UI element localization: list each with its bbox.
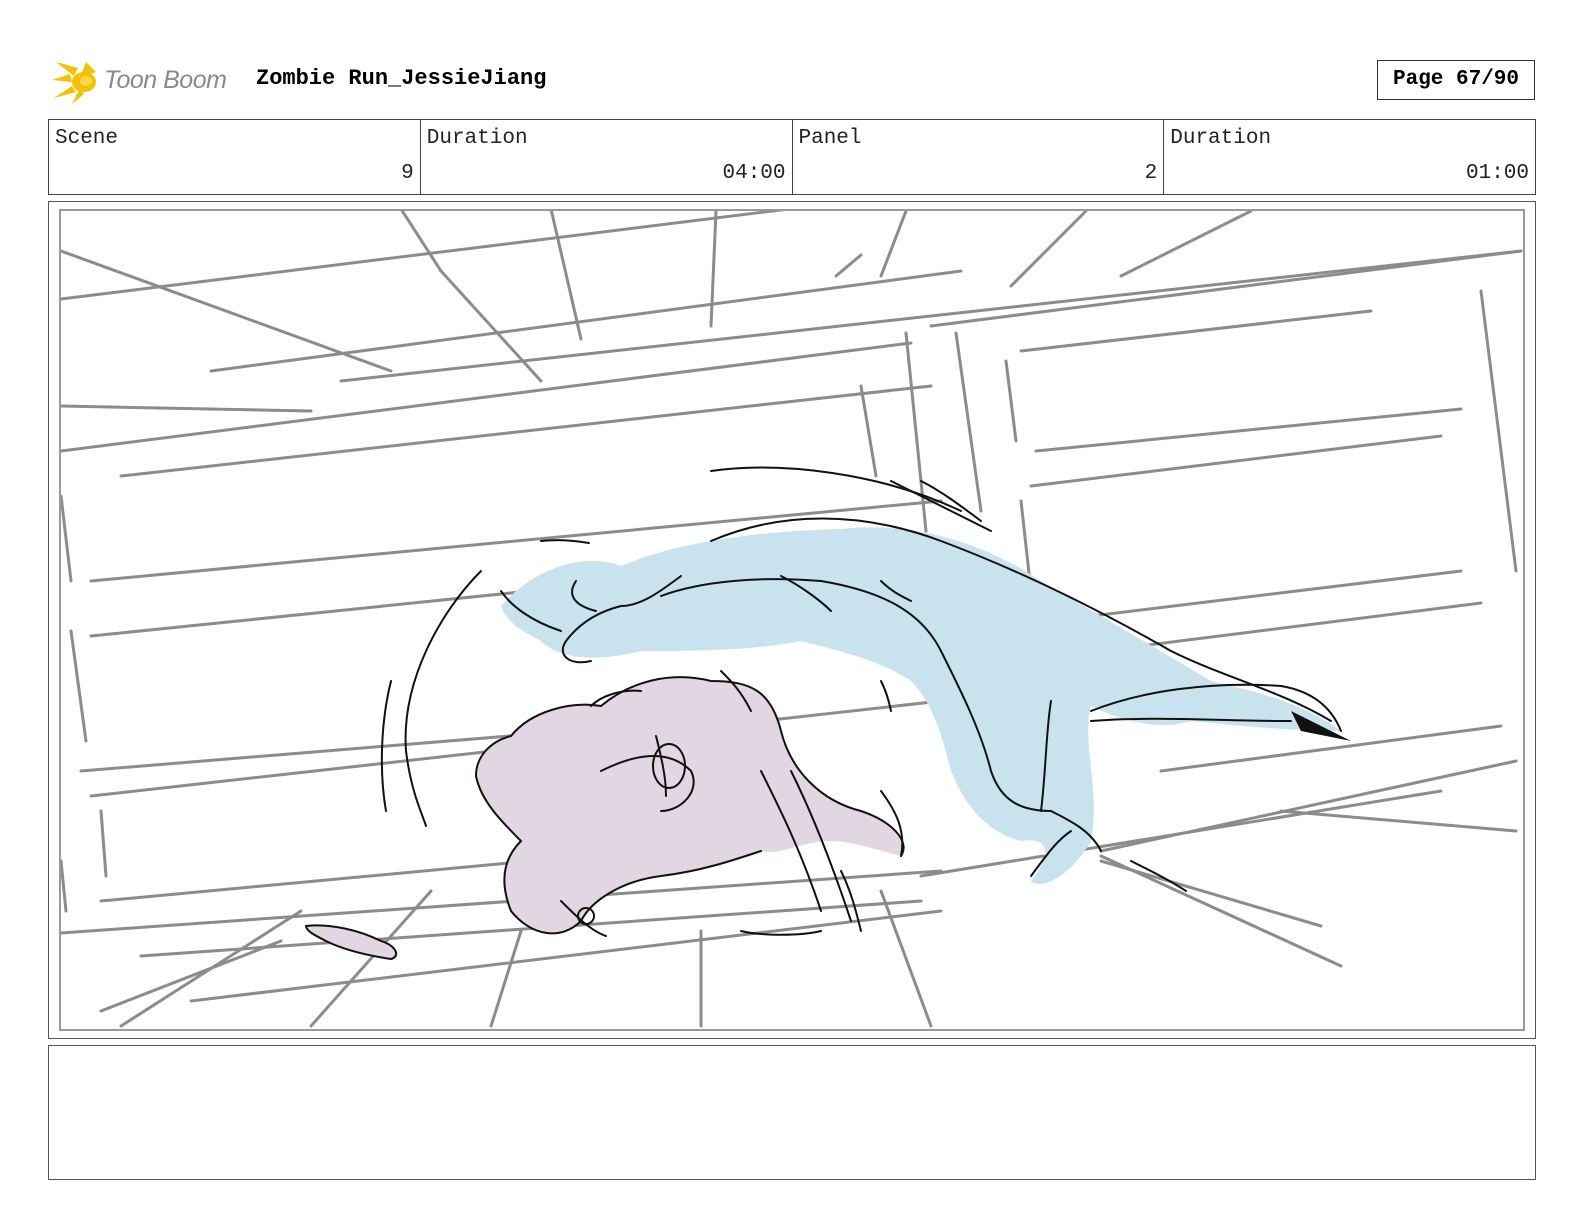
scene-cell: Scene 9 [49, 120, 421, 194]
logo-text: Toon Boom [104, 66, 227, 94]
storyboard-panel [48, 201, 1536, 1039]
page-number: Page 67/90 [1377, 60, 1535, 100]
scene-label: Scene [55, 127, 119, 150]
scene-duration-value: 04:00 [722, 162, 786, 185]
project-title: Zombie Run_JessieJiang [256, 66, 547, 91]
panel-sketch [61, 211, 1523, 1028]
scene-duration-cell: Duration 04:00 [421, 120, 793, 194]
character-figure [474, 670, 905, 937]
panel-duration-value: 01:00 [1465, 162, 1529, 185]
scene-value: 9 [401, 162, 414, 185]
panel-value: 2 [1144, 162, 1158, 185]
scene-duration-label: Duration [426, 127, 528, 150]
toon-boom-star-icon [52, 62, 96, 104]
toon-boom-logo: Toon Boom [50, 54, 240, 108]
panel-notes-box [48, 1045, 1536, 1180]
panel-cell: Panel 2 [793, 120, 1165, 194]
panel-label: Panel [798, 127, 862, 150]
panel-duration-label: Duration [1170, 127, 1272, 150]
panel-drawing-area [59, 209, 1525, 1031]
panel-duration-cell: Duration 01:00 [1164, 120, 1535, 194]
panel-info-bar: Scene 9 Duration 04:00 Panel 2 Duration … [48, 119, 1536, 195]
